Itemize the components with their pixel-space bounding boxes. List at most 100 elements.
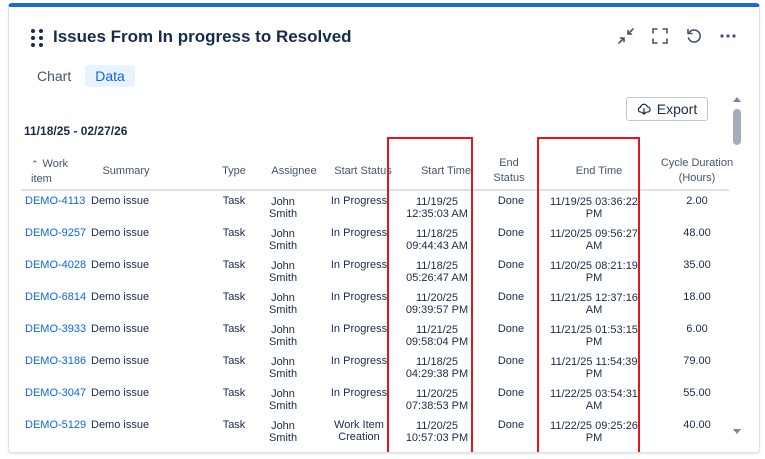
type-cell: Task <box>222 387 246 399</box>
end-status-cell: Done <box>497 259 525 271</box>
end-status-cell: Done <box>497 291 525 303</box>
table-row: DEMO-3933 Demo issue Task John Smith In Prog… <box>21 319 729 351</box>
end-status-cell: Done <box>497 227 525 239</box>
start-status-cell: In Progress <box>330 195 388 207</box>
start-time-cell: 11/18/25 04:29:38 PM <box>405 356 469 380</box>
type-cell: Task <box>222 419 246 431</box>
cycle-duration-cell: 48.00 <box>683 227 711 239</box>
assignee-cell: John Smith <box>268 228 298 252</box>
widget-actions <box>615 25 739 47</box>
table-row: DEMO-5129 Demo issue Task John Smith Work It… <box>21 415 729 441</box>
start-status-cell: In Progress <box>330 291 388 303</box>
start-status-cell: In Progress <box>330 387 388 399</box>
summary-cell: Demo issue <box>91 227 150 239</box>
end-time-cell: 11/21/25 11:54:39 PM <box>550 356 638 380</box>
header-work-item[interactable]: ⌃ Work item <box>31 157 91 187</box>
start-time-cell: 11/20/25 07:38:53 PM <box>405 388 469 412</box>
summary-cell: Demo issue <box>91 323 150 335</box>
view-tabs: Chart Data <box>27 65 135 87</box>
collapse-icon[interactable] <box>615 25 637 47</box>
work-item-link[interactable]: DEMO-4113 <box>25 195 91 207</box>
cycle-duration-cell: 40.00 <box>683 419 711 431</box>
header-start-status[interactable]: Start Status <box>325 164 401 179</box>
table-row: DEMO-6814 Demo issue Task John Smith In Prog… <box>21 287 729 319</box>
start-status-cell: In Progress <box>330 355 388 367</box>
table-row: DEMO-4113 Demo issue Task John Smith In Prog… <box>21 191 729 223</box>
more-icon[interactable] <box>717 25 739 47</box>
start-time-cell: 11/19/25 12:35:03 AM <box>406 196 468 220</box>
cycle-duration-cell: 55.00 <box>683 387 711 399</box>
start-time-cell: 11/18/25 05:26:47 AM <box>406 260 468 284</box>
type-cell: Task <box>222 227 246 239</box>
header-type[interactable]: Type <box>217 164 251 179</box>
header-summary[interactable]: Summary <box>91 164 161 179</box>
fullscreen-icon[interactable] <box>649 25 671 47</box>
end-status-cell: Done <box>497 323 525 335</box>
type-cell: Task <box>222 259 246 271</box>
scroll-down-icon[interactable] <box>733 429 741 434</box>
work-item-link[interactable]: DEMO-3186 <box>25 355 91 367</box>
assignee-cell: John Smith <box>268 292 298 316</box>
vertical-scrollbar[interactable] <box>731 93 743 438</box>
header-assignee[interactable]: Assignee <box>259 164 329 179</box>
table-header: ⌃ Work item Summary Type Assignee Start S… <box>21 151 733 191</box>
assignee-cell: John Smith <box>268 356 298 380</box>
table-row: DEMO-3047 Demo issue Task John Smith In Prog… <box>21 383 729 415</box>
work-item-link[interactable]: DEMO-9257 <box>25 227 91 239</box>
assignee-cell: John Smith <box>268 420 298 441</box>
tab-data[interactable]: Data <box>85 65 135 87</box>
scroll-thumb[interactable] <box>733 109 741 145</box>
start-status-cell: In Progress <box>330 323 388 335</box>
work-item-link[interactable]: DEMO-3047 <box>25 387 91 399</box>
header-cycle-duration[interactable]: Cycle Duration (Hours) <box>657 156 737 186</box>
end-status-cell: Done <box>497 355 525 367</box>
cycle-duration-cell: 18.00 <box>683 291 711 303</box>
work-item-link[interactable]: DEMO-6814 <box>25 291 91 303</box>
export-button[interactable]: Export <box>626 97 708 121</box>
issues-table: ⌃ Work item Summary Type Assignee Start S… <box>21 151 733 191</box>
start-time-cell: 11/20/25 09:39:57 PM <box>405 292 469 316</box>
start-time-cell: 11/21/25 09:58:04 PM <box>405 324 469 348</box>
cycle-duration-cell: 79.00 <box>683 355 711 367</box>
work-item-link[interactable]: DEMO-5129 <box>25 419 91 431</box>
table-row: DEMO-4028 Demo issue Task John Smith In Prog… <box>21 255 729 287</box>
end-time-cell: 11/19/25 03:36:22 PM <box>550 196 638 220</box>
start-status-cell: Work Item Creation <box>334 419 384 441</box>
table-row: DEMO-3186 Demo issue Task John Smith In Prog… <box>21 351 729 383</box>
summary-cell: Demo issue <box>91 195 150 207</box>
header-end-status[interactable]: End Status <box>489 156 529 186</box>
assignee-cell: John Smith <box>268 196 298 220</box>
header-start-time[interactable]: Start Time <box>401 164 491 179</box>
work-item-link[interactable]: DEMO-4028 <box>25 259 91 271</box>
end-time-cell: 11/22/25 03:54:31 AM <box>550 388 638 412</box>
header-end-time[interactable]: End Time <box>549 164 649 179</box>
widget-header: Issues From In progress to Resolved <box>31 27 352 47</box>
work-item-link[interactable]: DEMO-3933 <box>25 323 91 335</box>
summary-cell: Demo issue <box>91 387 150 399</box>
widget-title: Issues From In progress to Resolved <box>53 27 352 46</box>
cycle-duration-cell: 35.00 <box>683 259 711 271</box>
end-time-cell: 11/20/25 08:21:19 PM <box>550 260 638 284</box>
issues-widget-card: Issues From In progress to Resolved Char… <box>8 3 760 453</box>
start-time-cell: 11/18/25 09:44:43 AM <box>406 228 468 252</box>
start-status-cell: In Progress <box>330 227 388 239</box>
type-cell: Task <box>222 195 246 207</box>
end-status-cell: Done <box>497 195 525 207</box>
sort-asc-icon: ⌃ <box>31 159 39 169</box>
start-status-cell: In Progress <box>330 259 388 271</box>
end-time-cell: 11/20/25 09:56:27 AM <box>550 228 638 252</box>
end-time-cell: 11/22/25 09:25:26 PM <box>550 420 638 441</box>
drag-handle-icon[interactable] <box>31 29 43 47</box>
scroll-up-icon[interactable] <box>733 97 741 102</box>
assignee-cell: John Smith <box>268 324 298 348</box>
end-time-cell: 11/21/25 12:37:16 AM <box>550 292 638 316</box>
cycle-duration-cell: 2.00 <box>686 195 708 207</box>
assignee-cell: John Smith <box>268 388 298 412</box>
start-time-cell: 11/20/25 10:57:03 PM <box>405 420 469 441</box>
tab-chart[interactable]: Chart <box>27 65 81 87</box>
cloud-download-icon <box>637 103 651 115</box>
summary-cell: Demo issue <box>91 259 150 271</box>
table-row: DEMO-9257 Demo issue Task John Smith In Prog… <box>21 223 729 255</box>
refresh-icon[interactable] <box>683 25 705 47</box>
end-time-cell: 11/21/25 01:53:15 PM <box>550 324 638 348</box>
